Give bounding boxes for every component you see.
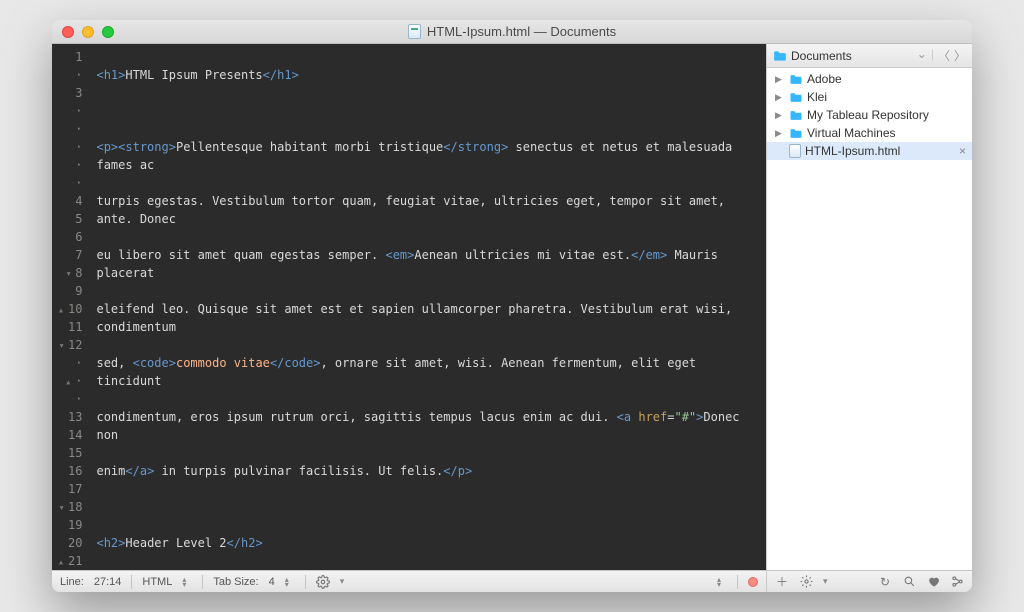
close-icon[interactable]: ×	[959, 144, 966, 158]
minimize-window-button[interactable]	[82, 26, 94, 38]
close-window-button[interactable]	[62, 26, 74, 38]
folder-icon	[789, 110, 803, 121]
cursor-position[interactable]: 27:14	[94, 576, 122, 588]
sidebar-item-label: Virtual Machines	[807, 126, 896, 140]
window-controls	[62, 26, 114, 38]
line-gutter: 1·3·····456789101112···13141516171819202…	[52, 44, 90, 570]
sidebar-item-label: Adobe	[807, 72, 842, 86]
disclosure-triangle-icon[interactable]: ▶	[775, 128, 785, 139]
code-content[interactable]: <h1>HTML Ipsum Presents</h1> <p><strong>…	[90, 44, 766, 570]
status-bar: Line: 27:14 HTML ▴▾ Tab Size: 4 ▴▾ ▾ ▴▾	[52, 570, 766, 592]
chevron-down-icon[interactable]: ⌄	[917, 47, 927, 64]
sidebar-footer: ＋ ▾ ↻	[767, 570, 972, 592]
editor-pane: 1·3·····456789101112···13141516171819202…	[52, 44, 766, 592]
plus-icon[interactable]: ＋	[775, 575, 789, 589]
tab-size-value[interactable]: 4	[269, 576, 275, 588]
file-browser-sidebar: Documents ⌄ | 〈 〉 ▶ Adobe ▶ Klei ▶ My Tableau…	[766, 44, 972, 592]
sidebar-item-label: HTML-Ipsum.html	[805, 144, 900, 158]
sidebar-item-label: My Tableau Repository	[807, 108, 929, 122]
sidebar-item-label: Klei	[807, 90, 827, 104]
disclosure-triangle-icon[interactable]: ▶	[775, 74, 785, 85]
folder-icon	[773, 50, 787, 62]
app-window: HTML-Ipsum.html — Documents 1·3·····4567…	[52, 20, 972, 592]
record-icon[interactable]	[748, 577, 758, 587]
search-icon[interactable]	[902, 575, 916, 589]
sidebar-file-list: ▶ Adobe ▶ Klei ▶ My Tableau Repository ▶ Virtua…	[767, 68, 972, 570]
zoom-window-button[interactable]	[102, 26, 114, 38]
chevron-down-icon[interactable]: ▾	[340, 576, 345, 587]
folder-icon	[789, 128, 803, 139]
sidebar-folder-item[interactable]: ▶ Adobe	[767, 70, 972, 88]
sidebar-header[interactable]: Documents ⌄ | 〈 〉	[767, 44, 972, 68]
gear-icon[interactable]	[799, 575, 813, 589]
sidebar-file-item[interactable]: HTML-Ipsum.html ×	[767, 142, 972, 160]
heart-icon[interactable]	[926, 575, 940, 589]
nav-forward-icon[interactable]: 〉	[954, 47, 966, 64]
folder-icon	[789, 74, 803, 85]
window-title-text: HTML-Ipsum.html — Documents	[427, 24, 616, 39]
sidebar-folder-item[interactable]: ▶ My Tableau Repository	[767, 106, 972, 124]
window-title: HTML-Ipsum.html — Documents	[408, 24, 616, 39]
disclosure-triangle-icon[interactable]: ▶	[775, 92, 785, 103]
chevron-down-icon[interactable]: ▾	[823, 576, 828, 587]
scm-icon[interactable]	[950, 575, 964, 589]
code-editor[interactable]: 1·3·····456789101112···13141516171819202…	[52, 44, 766, 570]
chevron-updown-icon[interactable]: ▴▾	[717, 577, 727, 587]
file-icon	[789, 144, 801, 158]
document-icon	[408, 24, 421, 39]
titlebar: HTML-Ipsum.html — Documents	[52, 20, 972, 44]
chevron-updown-icon[interactable]: ▴▾	[285, 577, 295, 587]
chevron-updown-icon[interactable]: ▴▾	[182, 577, 192, 587]
disclosure-triangle-icon[interactable]: ▶	[775, 110, 785, 121]
gear-icon[interactable]	[316, 575, 330, 589]
tab-size-label: Tab Size:	[213, 576, 258, 588]
sidebar-header-label: Documents	[791, 49, 852, 63]
nav-back-icon[interactable]: 〈	[938, 47, 950, 64]
refresh-icon[interactable]: ↻	[878, 575, 892, 589]
line-label: Line:	[60, 576, 84, 588]
folder-icon	[789, 92, 803, 103]
sidebar-folder-item[interactable]: ▶ Virtual Machines	[767, 124, 972, 142]
language-mode[interactable]: HTML	[142, 576, 172, 588]
sidebar-folder-item[interactable]: ▶ Klei	[767, 88, 972, 106]
